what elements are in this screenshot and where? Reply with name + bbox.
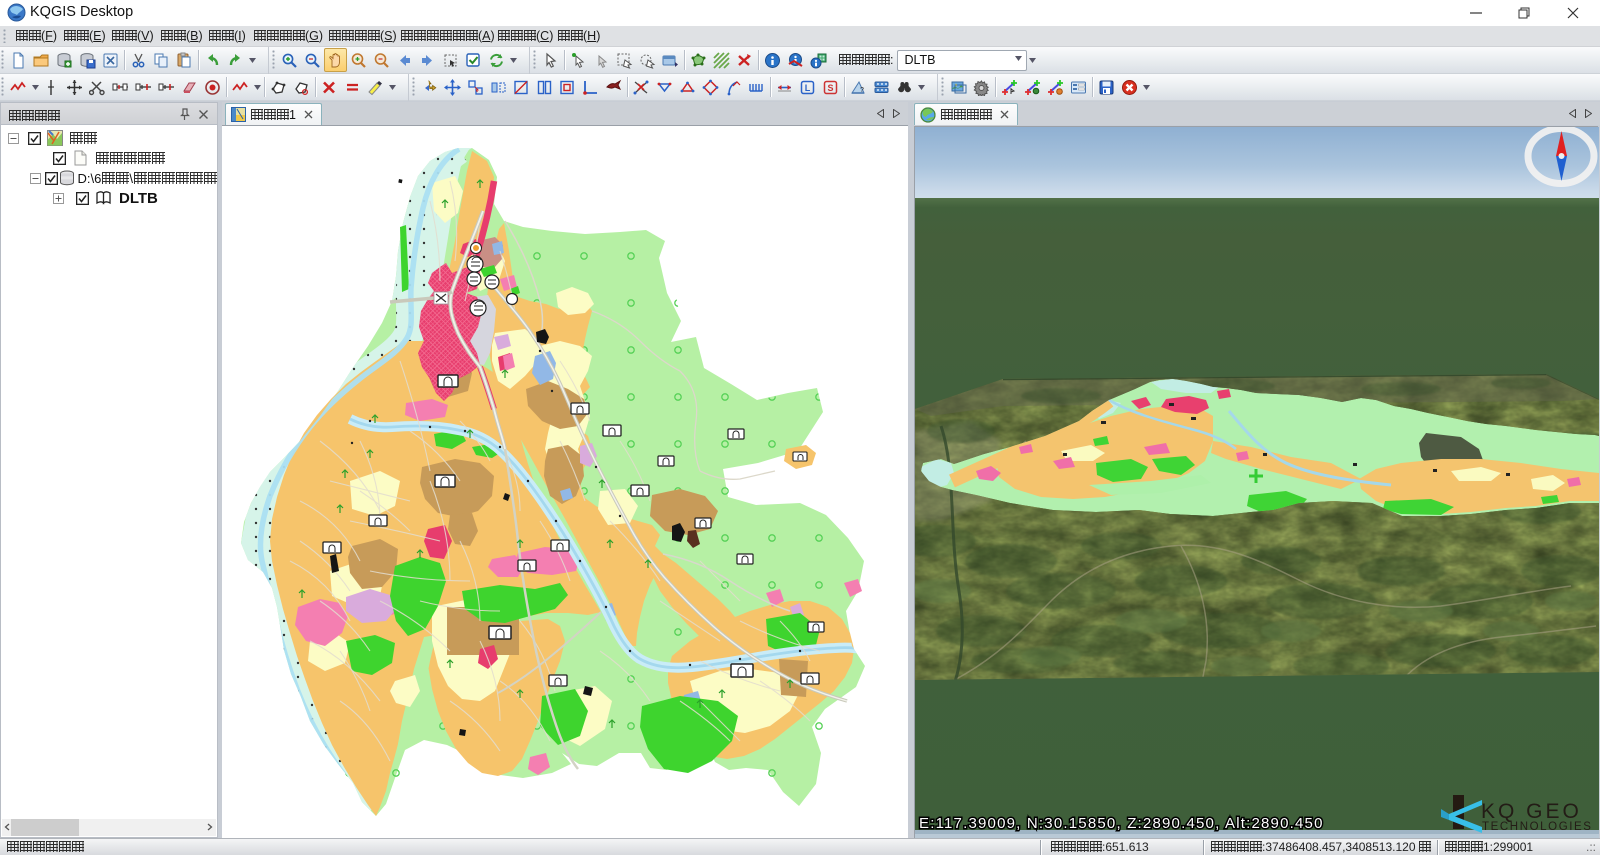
svg-text:KQ GEO: KQ GEO (1481, 800, 1582, 823)
svg-text:?: ? (860, 87, 864, 94)
svg-text:S: S (827, 83, 833, 93)
svg-text:L: L (805, 83, 811, 93)
svg-text:TECHNOLOGIES: TECHNOLOGIES (1482, 821, 1593, 833)
svg-text:E:117.39009, N:30.15850, Z:289: E:117.39009, N:30.15850, Z:2890.450, Alt… (919, 815, 1324, 832)
